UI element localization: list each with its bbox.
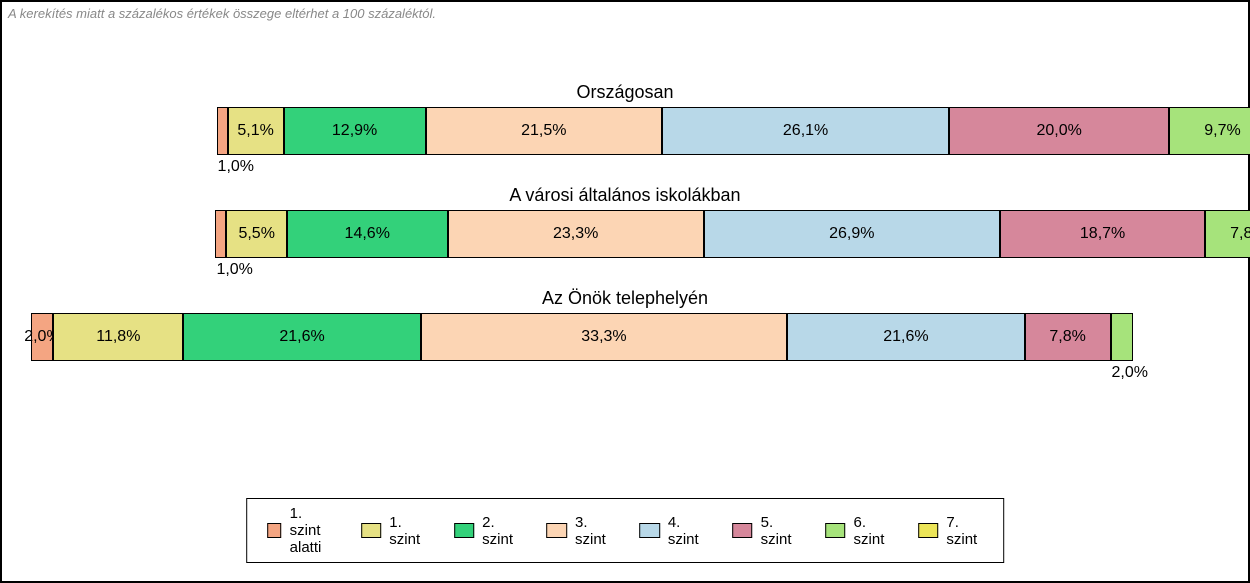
legend-item: 4. szint xyxy=(639,514,704,548)
bar-segment: 21,5% xyxy=(426,107,663,155)
bar-segment: 18,7% xyxy=(1000,210,1206,258)
legend-label: 5. szint xyxy=(761,514,797,548)
bar-segment: 33,3% xyxy=(421,313,787,361)
legend-swatch xyxy=(732,523,752,538)
bar-segment: 5,5% xyxy=(226,210,287,258)
bar-segment: 1,0% xyxy=(217,107,228,155)
bar-segment: 26,9% xyxy=(704,210,1000,258)
legend-label: 4. szint xyxy=(668,514,704,548)
segment-label: 1,0% xyxy=(218,158,254,176)
legend: 1. szint alatti 1. szint 2. szint 3. szint 4… xyxy=(246,498,1004,563)
bar-segment: 20,0% xyxy=(949,107,1169,155)
legend-label: 1. szint xyxy=(389,514,425,548)
chart-frame: A kerekítés miatt a százalékos értékek ö… xyxy=(0,0,1250,583)
bar-segment: 2,0% xyxy=(31,313,53,361)
bar-segment: 7,8% xyxy=(1205,210,1250,258)
rounding-note: A kerekítés miatt a százalékos értékek ö… xyxy=(8,6,436,21)
legend-item: 7. szint xyxy=(918,514,983,548)
bar-segment: 21,6% xyxy=(183,313,421,361)
legend-item: 1. szint xyxy=(361,514,426,548)
legend-label: 7. szint xyxy=(946,514,982,548)
bar-segment: 5,1% xyxy=(228,107,284,155)
bar-segment: 11,8% xyxy=(53,313,183,361)
legend-label: 6. szint xyxy=(854,514,890,548)
legend-item: 6. szint xyxy=(825,514,890,548)
legend-swatch xyxy=(454,523,474,538)
legend-item: 1. szint alatti xyxy=(267,505,333,556)
legend-swatch xyxy=(825,523,845,538)
segment-label: 1,0% xyxy=(216,261,252,279)
bar-segment: 21,6% xyxy=(787,313,1025,361)
bar-segment: 9,7% xyxy=(1169,107,1250,155)
bar-segment: 2,0% xyxy=(1111,313,1133,361)
bar-segment: 23,3% xyxy=(448,210,704,258)
bar-row-title: Az Önök telephelyén xyxy=(2,288,1248,309)
bar-segment: 14,6% xyxy=(287,210,448,258)
bar-segment: 26,1% xyxy=(662,107,949,155)
bar-row-0: Országosan 1,0%5,1%12,9%21,5%26,1%20,0%9… xyxy=(2,82,1248,157)
legend-swatch xyxy=(918,523,938,538)
bar-row-title: A városi általános iskolákban xyxy=(2,185,1248,206)
legend-item: 3. szint xyxy=(547,514,612,548)
bar-segment: 7,8% xyxy=(1025,313,1111,361)
bar-row-1: A városi általános iskolákban 1,0%5,5%14… xyxy=(2,185,1248,260)
bar-row-title: Országosan xyxy=(2,82,1248,103)
legend-swatch xyxy=(547,523,567,538)
legend-label: 2. szint xyxy=(482,514,518,548)
bar-segment: 1,0% xyxy=(215,210,226,258)
legend-item: 2. szint xyxy=(454,514,519,548)
bar-track: 2,0%11,8%21,6%33,3%21,6%7,8%2,0% xyxy=(31,313,1011,363)
legend-swatch xyxy=(267,523,281,538)
legend-label: 3. szint xyxy=(575,514,611,548)
bar-row-2: Az Önök telephelyén 2,0%11,8%21,6%33,3%2… xyxy=(2,288,1248,363)
legend-item: 5. szint xyxy=(732,514,797,548)
bar-track: 1,0%5,5%14,6%23,3%26,9%18,7%7,8%2,3% xyxy=(215,210,1062,260)
legend-swatch xyxy=(361,523,381,538)
segment-label: 2,0% xyxy=(1112,364,1148,382)
chart-area: Országosan 1,0%5,1%12,9%21,5%26,1%20,0%9… xyxy=(2,82,1248,391)
bar-segment: 12,9% xyxy=(284,107,426,155)
legend-swatch xyxy=(639,523,659,538)
legend-label: 1. szint alatti xyxy=(290,505,333,556)
bar-track: 1,0%5,1%12,9%21,5%26,1%20,0%9,7%3,6% xyxy=(217,107,1064,157)
